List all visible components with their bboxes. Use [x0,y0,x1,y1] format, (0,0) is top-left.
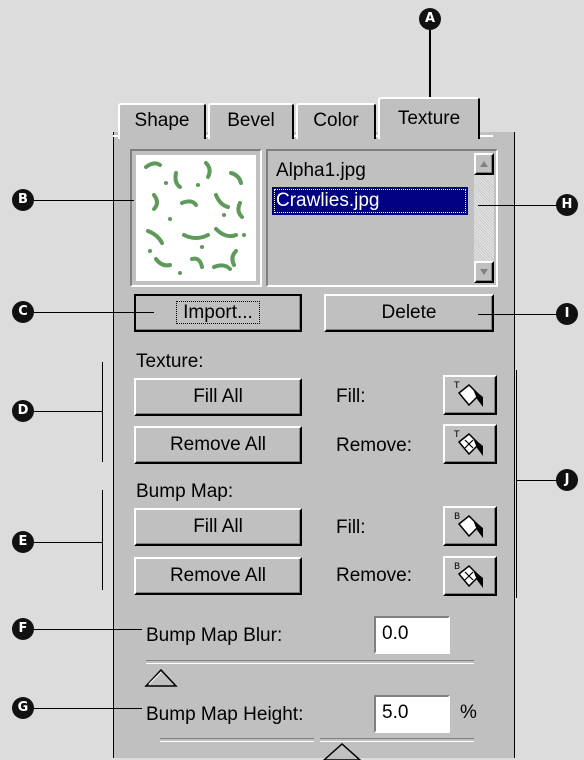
texture-fill-button[interactable]: T [443,375,497,415]
callout-line-f [34,629,142,630]
texture-file-list[interactable]: Alpha1.jpg Crawlies.jpg [266,149,498,287]
scroll-down-icon [480,269,488,275]
texture-fill-icon: T [453,381,483,407]
delete-button[interactable]: Delete [324,294,494,332]
list-scrollbar[interactable] [474,153,494,283]
callout-f: F [12,618,34,640]
crawlies-texture-image [144,161,246,275]
svg-text:B: B [454,562,460,572]
callout-b: B [12,189,34,211]
callout-j: J [556,469,578,491]
bump-remove-label: Remove: [336,565,413,586]
svg-text:B: B [454,512,460,522]
callout-line-a [429,30,431,100]
bump-fill-button[interactable]: B [443,506,497,546]
callout-line-i [478,314,560,315]
callout-h: H [556,194,578,216]
callout-line-c [34,312,154,313]
texture-section-label: Texture: [136,351,204,372]
callout-line-e [34,542,102,543]
scroll-up-icon [480,161,488,167]
callout-c: C [12,301,34,323]
callout-line-g [34,708,142,709]
bump-height-field[interactable]: 5.0 [374,695,450,733]
bump-map-section-label: Bump Map: [136,481,234,502]
texture-preview [130,149,262,287]
bump-height-label: Bump Map Height: [146,704,304,725]
scroll-up-button[interactable] [474,153,494,175]
texture-remove-icon: T [453,430,483,456]
texture-fill-all-button[interactable]: Fill All [134,378,302,416]
bump-fill-all-button[interactable]: Fill All [134,508,302,546]
callout-bracket-e [102,490,103,590]
list-item[interactable]: Alpha1.jpg [272,157,470,185]
bump-remove-all-button[interactable]: Remove All [134,557,302,595]
bump-blur-field[interactable]: 0.0 [374,616,450,654]
bump-remove-icon: B [454,562,483,588]
callout-line-b [34,200,134,201]
callout-bracket-j [516,370,517,598]
import-button-label: Import... [176,301,260,324]
bump-fill-label: Fill: [336,517,366,538]
bump-height-unit: % [460,702,477,723]
callout-a: A [419,8,441,30]
tab-color[interactable]: Color [296,103,376,139]
callout-bracket-d [102,362,103,462]
scroll-down-button[interactable] [474,261,494,283]
import-button[interactable]: Import... [134,294,302,332]
callout-line-j [516,480,560,481]
callout-i: I [556,303,578,325]
callout-e: E [12,531,34,553]
texture-remove-button[interactable]: T [443,424,497,464]
callout-d: D [12,400,34,422]
bump-blur-slider-thumb[interactable] [144,668,180,688]
tab-bevel[interactable]: Bevel [208,103,294,139]
svg-text:T: T [453,430,460,440]
bump-height-slider-track-left[interactable] [160,738,314,742]
callout-line-d [34,411,102,412]
texture-remove-all-button[interactable]: Remove All [134,426,302,464]
bump-height-slider-thumb[interactable] [322,742,362,760]
texture-fill-label: Fill: [336,386,366,407]
bump-remove-button[interactable]: B [443,556,497,596]
tab-texture[interactable]: Texture [378,97,480,139]
bump-blur-label: Bump Map Blur: [146,625,283,646]
svg-text:T: T [453,381,460,391]
tab-shape[interactable]: Shape [118,103,206,139]
bump-blur-slider-track[interactable] [146,660,474,664]
texture-preview-image [136,155,256,281]
callout-line-h [478,205,560,206]
bump-fill-icon: B [454,512,483,538]
texture-remove-label: Remove: [336,435,413,456]
callout-g: G [12,697,34,719]
list-item-selected[interactable]: Crawlies.jpg [272,187,468,215]
